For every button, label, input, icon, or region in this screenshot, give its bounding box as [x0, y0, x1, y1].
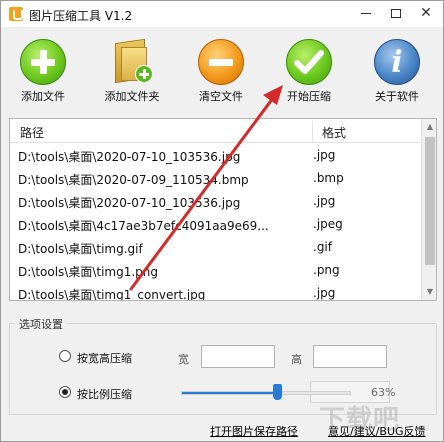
app-window: 图片压缩工具 V1.2 ✕ 添加文件 添加文件夹 清空文件 开始压缩 i 关于软…: [0, 0, 444, 442]
file-path-cell: D:\tools\桌面\4c17ae3b7efc4091aa9e69...: [18, 219, 269, 233]
file-path-cell: D:\tools\桌面\2020-07-10_103536.jpg: [18, 196, 241, 210]
table-row[interactable]: D:\tools\桌面\2020-07-10_103536.jpg .jpg: [10, 190, 421, 213]
title-bar: 图片压缩工具 V1.2 ✕: [1, 1, 443, 27]
start-compress-label: 开始压缩: [287, 90, 331, 103]
table-row[interactable]: D:\tools\桌面\2020-07-09_110534.bmp .bmp: [10, 167, 421, 190]
file-path-cell: D:\tools\桌面\timg1.png: [18, 265, 159, 279]
height-label: 高: [291, 353, 302, 366]
add-file-label: 添加文件: [21, 90, 65, 103]
add-folder-button[interactable]: 添加文件夹: [96, 31, 168, 107]
maximize-icon: [391, 8, 401, 18]
vertical-scrollbar[interactable]: ▲ ▼: [421, 119, 436, 300]
file-format-cell: .png: [313, 263, 340, 277]
by-size-radio[interactable]: [59, 350, 71, 362]
height-input[interactable]: [313, 345, 387, 368]
column-header-path[interactable]: 路径: [20, 124, 44, 141]
by-ratio-label[interactable]: 按比例压缩: [77, 386, 132, 402]
about-button[interactable]: i 关于软件: [361, 31, 433, 107]
file-format-cell: .gif: [313, 240, 332, 254]
minimize-icon: [361, 12, 371, 14]
window-title: 图片压缩工具 V1.2: [29, 9, 133, 23]
ratio-slider[interactable]: [181, 391, 351, 395]
minimize-button[interactable]: [351, 1, 381, 27]
scroll-up-icon[interactable]: ▲: [422, 119, 436, 135]
width-label: 宽: [178, 353, 189, 366]
checkmark-icon: [286, 39, 332, 85]
column-divider[interactable]: [312, 121, 313, 141]
options-group-title: 选项设置: [15, 316, 67, 332]
ratio-slider-thumb[interactable]: [273, 384, 283, 400]
close-button[interactable]: ✕: [411, 1, 441, 27]
table-row[interactable]: D:\tools\桌面\timg1.png .png: [10, 259, 421, 282]
table-row[interactable]: D:\tools\桌面\timg1_convert.jpg .jpg: [10, 282, 421, 301]
file-format-cell: .bmp: [313, 171, 344, 185]
app-logo-icon: [9, 7, 23, 21]
ratio-slider-fill: [182, 392, 279, 394]
toolbar: 添加文件 添加文件夹 清空文件 开始压缩 i 关于软件: [1, 31, 443, 107]
about-label: 关于软件: [375, 90, 419, 103]
add-folder-label: 添加文件夹: [104, 90, 160, 103]
ratio-value-text: 63%: [371, 386, 396, 399]
file-format-cell: .jpeg: [313, 217, 343, 231]
start-compress-button[interactable]: 开始压缩: [273, 31, 345, 107]
clear-files-button[interactable]: 清空文件: [185, 31, 257, 107]
file-list[interactable]: 路径 格式 D:\tools\桌面\2020-07-10_103536.jpg …: [9, 118, 437, 301]
scrollbar-thumb[interactable]: [425, 137, 435, 265]
by-size-label[interactable]: 按宽高压缩: [77, 350, 132, 366]
file-path-cell: D:\tools\桌面\2020-07-09_110534.bmp: [18, 173, 249, 187]
file-path-cell: D:\tools\桌面\timg.gif: [18, 242, 143, 256]
clear-files-label: 清空文件: [199, 90, 243, 103]
open-save-folder-link[interactable]: 打开图片保存路径: [210, 423, 298, 439]
scroll-down-icon[interactable]: ▼: [422, 284, 436, 300]
add-file-button[interactable]: 添加文件: [7, 31, 79, 107]
table-row[interactable]: D:\tools\桌面\timg.gif .gif: [10, 236, 421, 259]
file-format-cell: .jpg: [313, 286, 336, 300]
add-icon: [20, 39, 66, 85]
info-icon: i: [374, 39, 420, 85]
table-row[interactable]: D:\tools\桌面\2020-07-10_103536.jpg .jpg: [10, 144, 421, 167]
column-header-format[interactable]: 格式: [322, 124, 346, 141]
maximize-button[interactable]: [381, 1, 411, 27]
width-input[interactable]: [201, 345, 275, 368]
file-path-cell: D:\tools\桌面\timg1_convert.jpg: [18, 288, 206, 301]
remove-icon: [198, 39, 244, 85]
file-path-cell: D:\tools\桌面\2020-07-10_103536.jpg: [18, 150, 241, 164]
file-format-cell: .jpg: [313, 148, 336, 162]
watermark-text: 下载吧: [319, 405, 401, 435]
list-header: 路径 格式: [10, 119, 421, 143]
by-ratio-radio[interactable]: [59, 386, 71, 398]
close-icon: ✕: [420, 5, 432, 21]
file-format-cell: .jpg: [313, 194, 336, 208]
table-row[interactable]: D:\tools\桌面\4c17ae3b7efc4091aa9e69... .j…: [10, 213, 421, 236]
add-folder-icon: [111, 37, 153, 84]
